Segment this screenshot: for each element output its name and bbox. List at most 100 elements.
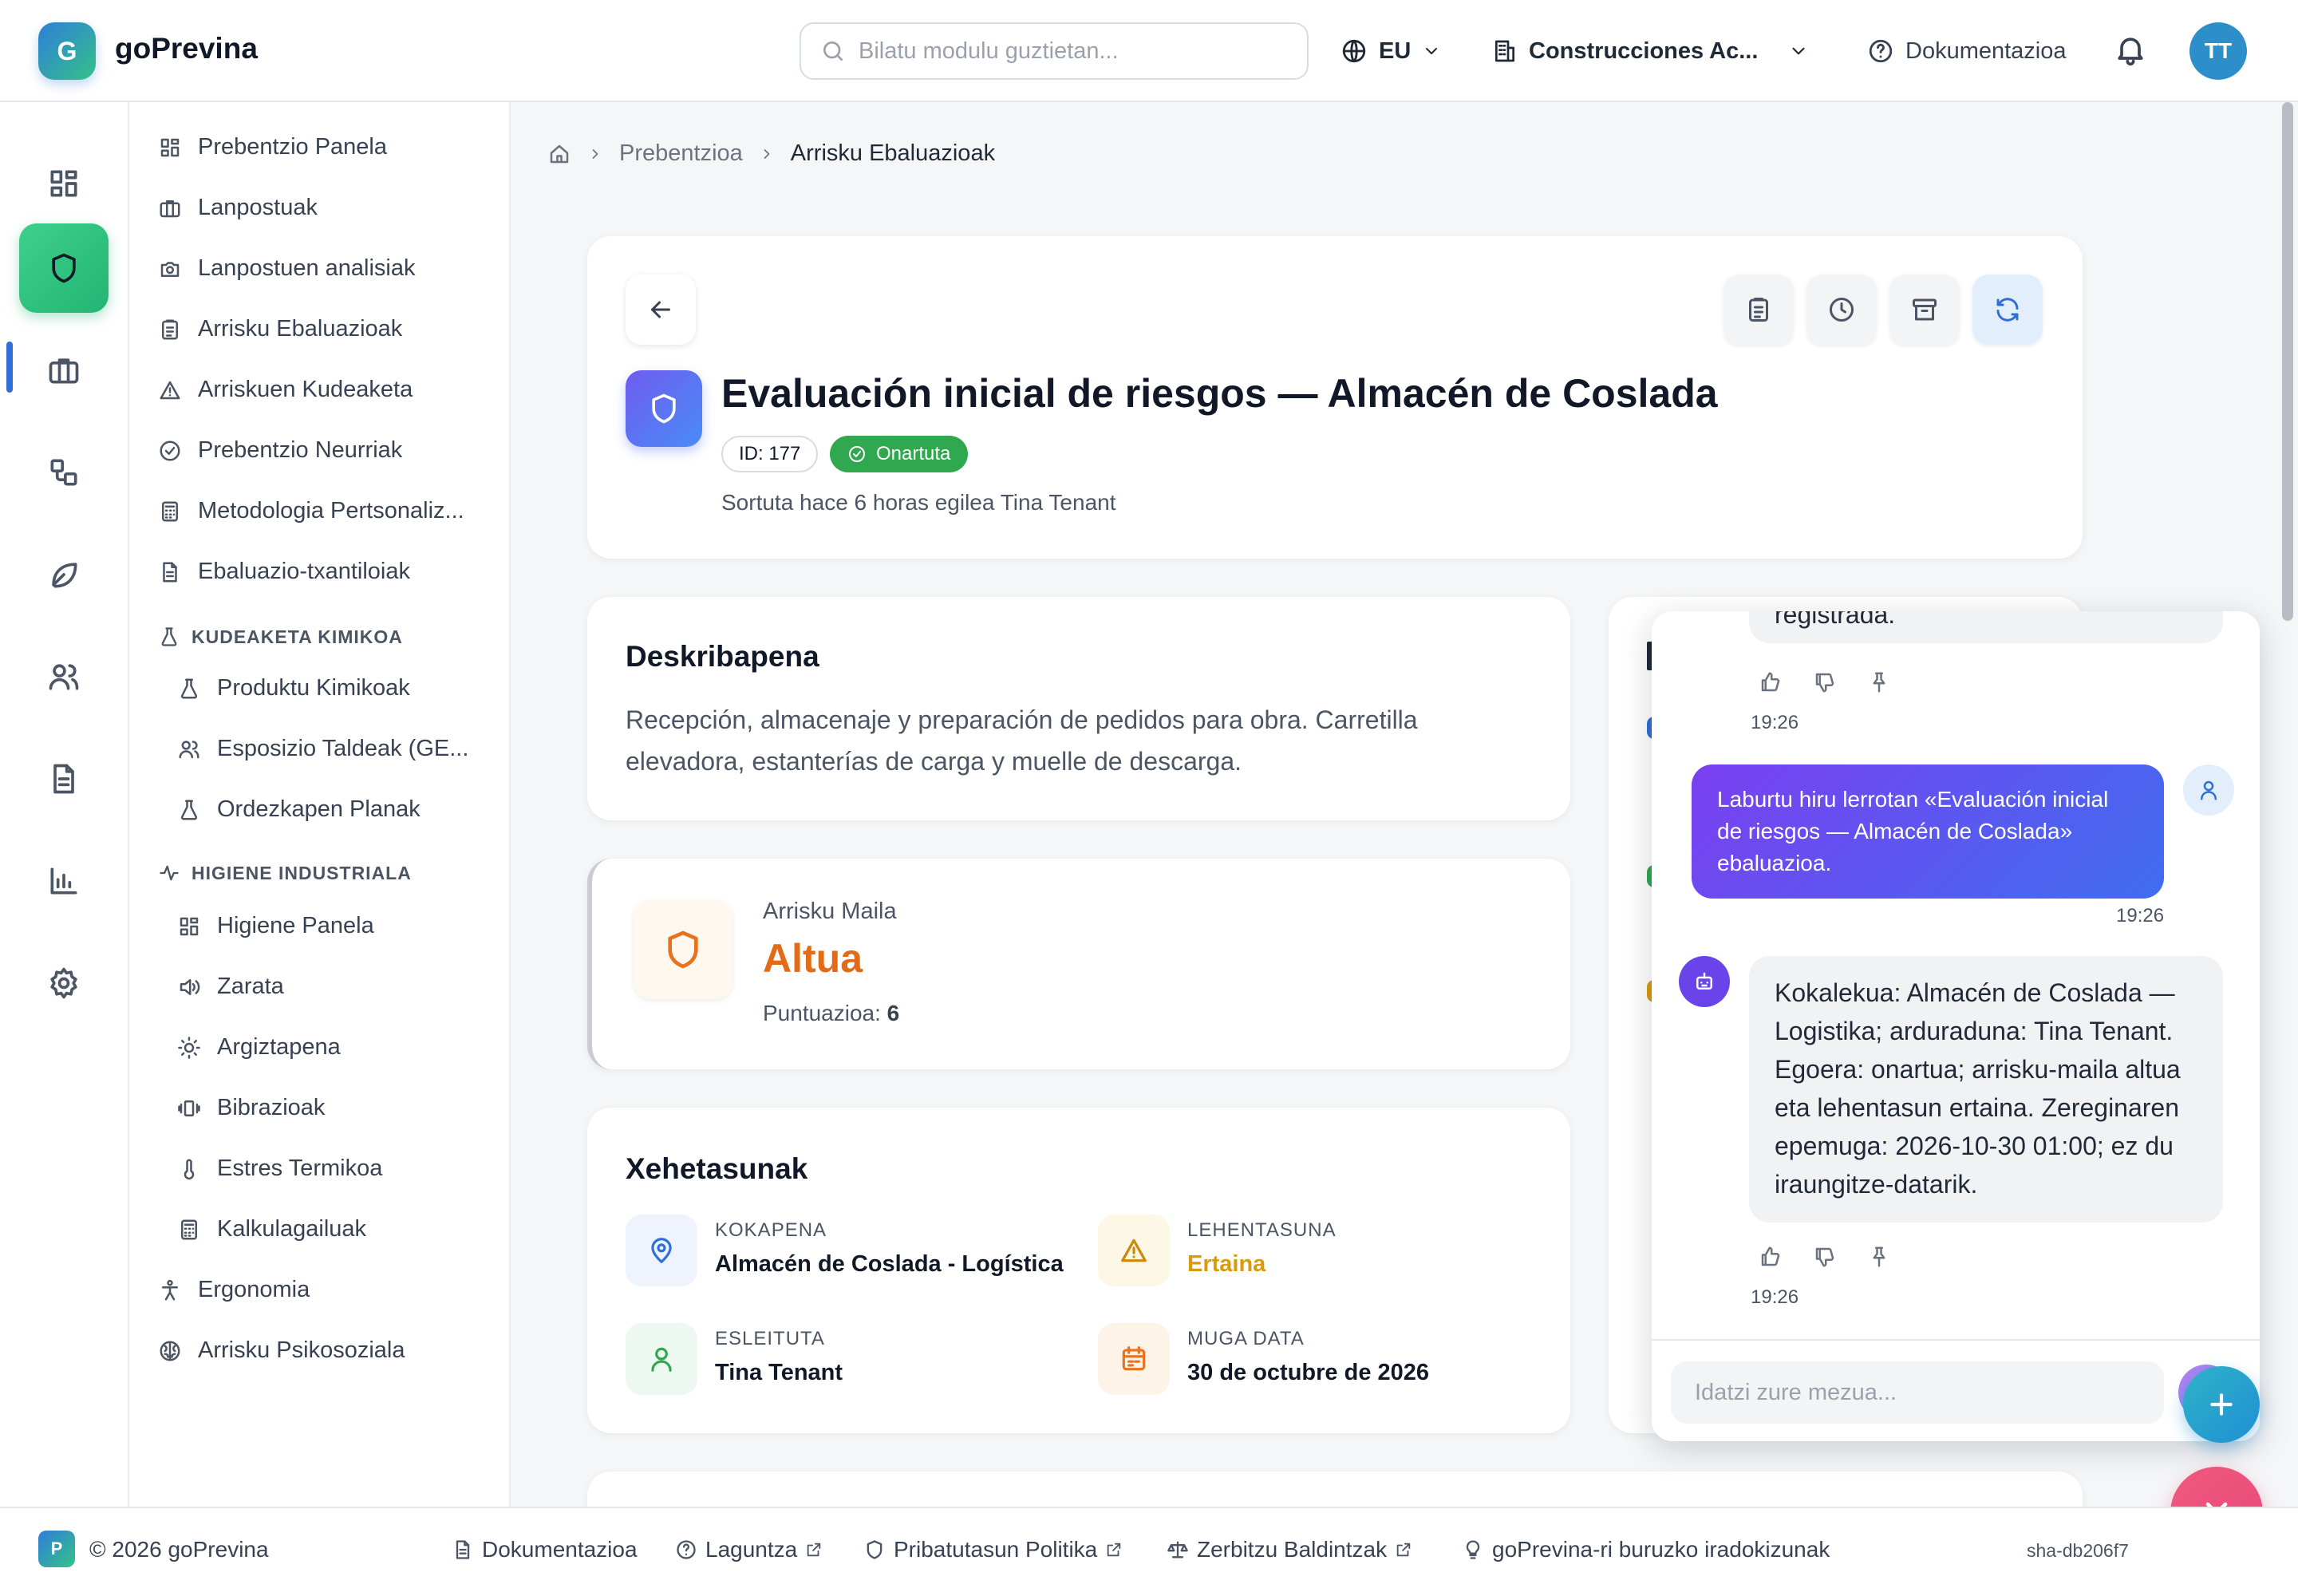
thumbs-down-icon[interactable] [1813, 1245, 1837, 1269]
submenu-item-psychosocial[interactable]: Arrisku Psikosoziala [158, 1337, 405, 1364]
rail-reports[interactable] [19, 836, 109, 926]
bot-avatar-icon [1679, 956, 1730, 1007]
submenu-item-ergonomics[interactable]: Ergonomia [158, 1277, 310, 1303]
thumbs-down-icon[interactable] [1813, 670, 1837, 694]
chat-messages[interactable]: registrada. 19:26 Laburtu hiru lerrotan … [1652, 611, 2260, 1337]
pin-icon[interactable] [1867, 1245, 1891, 1269]
detail-value: Ertaina [1187, 1251, 1266, 1277]
submenu-item-risk-management[interactable]: Arriskuen Kudeaketa [158, 377, 413, 403]
detail-label: MUGA DATA [1187, 1328, 1305, 1349]
flask-icon [177, 677, 201, 701]
company-selector[interactable]: Construcciones Ac... [1492, 22, 1809, 80]
archive-button[interactable] [1889, 275, 1960, 345]
risk-level-label: Arrisku Maila [763, 899, 897, 924]
documentation-label: Dokumentazioa [1905, 38, 2067, 64]
rail-jobs[interactable] [19, 326, 109, 415]
checklist-button[interactable] [1724, 275, 1794, 345]
flask-icon [158, 626, 180, 648]
thumbs-up-icon[interactable] [1759, 670, 1783, 694]
dashboard-icon [177, 915, 201, 938]
rail-dashboard[interactable] [19, 139, 109, 228]
rail-environment[interactable] [19, 530, 109, 619]
workflow-icon [46, 455, 81, 490]
submenu-item-custom-methodology[interactable]: Metodologia Pertsonaliz... [158, 498, 464, 524]
clipboard-icon [158, 318, 182, 342]
users-icon [46, 659, 81, 694]
active-indicator [6, 342, 13, 393]
submenu-item-prevention-measures[interactable]: Prebentzio Neurriak [158, 437, 402, 464]
risk-shield-icon [634, 900, 732, 999]
footer-terms-link[interactable]: Zerbitzu Baldintzak [1167, 1537, 1412, 1562]
submenu-item-noise[interactable]: Zarata [177, 974, 284, 1000]
submenu-item-vibrations[interactable]: Bibrazioak [177, 1095, 325, 1121]
footer-help-link[interactable]: Laguntza [675, 1537, 823, 1562]
footer-docs-link[interactable]: Dokumentazioa [452, 1537, 638, 1562]
assessment-header-card: Evaluación inicial de riesgos — Almacén … [587, 236, 2083, 559]
documentation-link[interactable]: Dokumentazioa [1867, 22, 2067, 80]
globe-icon [1340, 38, 1368, 65]
message-reactions [1759, 670, 1891, 694]
status-badge: Onartuta [830, 436, 969, 472]
rail-people[interactable] [19, 632, 109, 721]
search-input[interactable] [859, 38, 1289, 65]
footer-feedback-link[interactable]: goPrevina-ri buruzko iradokizunak [1462, 1537, 1830, 1562]
chat-composer [1652, 1339, 2260, 1441]
footer-link-label: Zerbitzu Baldintzak [1197, 1537, 1388, 1562]
message-reactions [1759, 1245, 1891, 1269]
chat-message-input[interactable] [1671, 1361, 2164, 1424]
submenu-item-jobs[interactable]: Lanpostuak [158, 195, 318, 221]
footer-privacy-link[interactable]: Pribatutasun Politika [863, 1537, 1123, 1562]
user-avatar[interactable]: TT [2189, 22, 2247, 80]
app-logo[interactable]: G [38, 22, 96, 80]
submenu-item-exposure-groups[interactable]: Esposizio Taldeak (GE... [177, 736, 468, 762]
message-time: 19:26 [1751, 1286, 1799, 1308]
rail-documents[interactable] [19, 734, 109, 824]
dashboard-icon [158, 136, 182, 160]
submenu-item-lighting[interactable]: Argiztapena [177, 1034, 341, 1061]
submenu-item-label: Prebentzio Neurriak [198, 437, 403, 463]
calendar-icon [1098, 1323, 1170, 1395]
message-time: 19:26 [1751, 712, 1799, 733]
rail-workflow[interactable] [19, 428, 109, 517]
submenu-item-risk-assessments[interactable]: Arrisku Ebaluazioak [158, 316, 402, 342]
breadcrumb-prevention[interactable]: Prebentzioa [619, 140, 743, 167]
submenu-item-label: Lanpostuak [198, 195, 318, 220]
rail-prevention[interactable] [19, 223, 109, 313]
back-button[interactable] [626, 275, 696, 345]
refresh-button[interactable] [1972, 275, 2043, 345]
submenu-item-label: Bibrazioak [217, 1095, 326, 1120]
new-chat-button[interactable] [2183, 1366, 2260, 1443]
home-icon[interactable] [547, 142, 571, 166]
check-circle-icon [847, 444, 867, 464]
build-version: sha-db206f7 [2027, 1540, 2129, 1561]
footer-logo: P [38, 1531, 75, 1567]
building-icon [1492, 38, 1518, 64]
rail-settings[interactable] [19, 938, 109, 1028]
submenu-item-label: Argiztapena [217, 1034, 341, 1060]
submenu-item-label: Produktu Kimikoak [217, 675, 410, 701]
page-scrollbar[interactable] [2282, 102, 2293, 621]
thumbs-up-icon[interactable] [1759, 1245, 1783, 1269]
history-button[interactable] [1806, 275, 1877, 345]
plus-icon [2205, 1389, 2237, 1420]
submenu-item-label: Higiene Panela [217, 913, 374, 938]
submenu-item-calculators[interactable]: Kalkulagailuak [177, 1216, 366, 1242]
notifications-bell-icon[interactable] [2113, 32, 2148, 67]
submenu-item-job-analysis[interactable]: Lanpostuen analisiak [158, 255, 415, 282]
details-card: Xehetasunak KOKAPENA Almacén de Coslada -… [587, 1108, 1570, 1433]
language-selector[interactable]: EU [1340, 22, 1441, 80]
submenu-item-substitution-plans[interactable]: Ordezkapen Planak [177, 796, 421, 823]
briefcase-icon [46, 353, 81, 388]
brain-icon [158, 1339, 182, 1363]
submenu-item-thermal-stress[interactable]: Estres Termikoa [177, 1156, 382, 1182]
footer-link-label: Dokumentazioa [482, 1537, 638, 1562]
footer-link-label: goPrevina-ri buruzko iradokizunak [1492, 1537, 1830, 1562]
submenu-item-templates[interactable]: Ebaluazio-txantiloiak [158, 559, 410, 585]
submenu-item-chemical-products[interactable]: Produktu Kimikoak [177, 675, 410, 701]
detail-value: Almacén de Coslada - Logística [715, 1251, 1064, 1277]
submenu-item-prevention-panel[interactable]: Prebentzio Panela [158, 134, 387, 160]
submenu-item-hygiene-panel[interactable]: Higiene Panela [177, 913, 374, 939]
id-badge: ID: 177 [721, 436, 819, 472]
global-search[interactable] [800, 22, 1309, 80]
pin-icon[interactable] [1867, 670, 1891, 694]
